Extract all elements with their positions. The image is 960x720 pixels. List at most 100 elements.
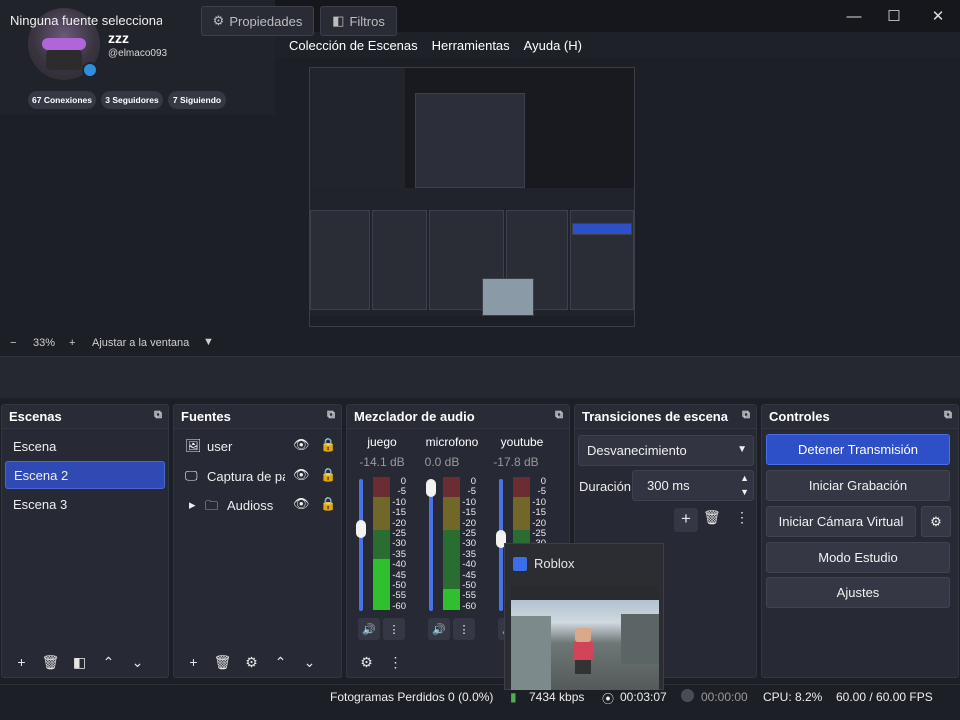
cpu-usage: CPU: 8.2%	[763, 690, 823, 704]
gear-icon[interactable]: ⚙	[237, 654, 266, 671]
chevron-down-icon[interactable]: ⌄	[123, 654, 152, 671]
sources-footer: + 🗑 ⚙ ⌃ ⌄	[174, 647, 341, 677]
preview-nested-preview	[415, 93, 525, 188]
virtual-camera-gear-icon[interactable]: ⚙	[921, 506, 951, 537]
controls-title: Controles	[769, 409, 830, 424]
preview-roblox-thumb	[482, 278, 534, 316]
volume-knob[interactable]	[356, 520, 366, 539]
stop-stream-button[interactable]: Detener Transmisión	[766, 434, 950, 465]
stepper-down-icon[interactable]: ▼	[740, 487, 749, 497]
source-label: Audioss	[227, 498, 274, 513]
filter-icon[interactable]: ◧	[65, 654, 94, 671]
zoom-fit-label: Ajustar a la ventana	[92, 337, 190, 349]
zoom-in-button[interactable]: +	[69, 337, 75, 349]
settings-button[interactable]: Ajustes	[766, 577, 950, 608]
start-recording-button[interactable]: Iniciar Grabación	[766, 470, 950, 501]
lock-icon[interactable]: 🔒	[320, 467, 336, 483]
chevron-up-icon[interactable]: ⌃	[266, 654, 295, 671]
roblox-title: Roblox	[534, 556, 575, 571]
volume-slider[interactable]	[429, 479, 433, 611]
mixer-title: Mezclador de audio	[354, 409, 475, 424]
menu-scene-collection[interactable]: Colección de Escenas	[289, 38, 418, 53]
channel-name: youtube	[500, 435, 544, 449]
eye-icon[interactable]: 👁	[293, 496, 310, 512]
chevron-down-icon[interactable]: ⌄	[295, 654, 324, 671]
menu-tools[interactable]: Herramientas	[432, 38, 510, 53]
recording-time: 00:00:00	[701, 690, 748, 704]
record-icon	[681, 689, 694, 702]
scene-item-selected[interactable]: Escena 2	[5, 461, 165, 489]
trash-icon[interactable]: 🗑	[208, 654, 237, 671]
volume-knob[interactable]	[426, 479, 436, 497]
undock-icon[interactable]: ⧉	[742, 409, 750, 422]
undock-icon[interactable]: ⧉	[327, 409, 335, 422]
source-item-group[interactable]: ▸ 🗀 Audioss 👁 🔒	[177, 492, 338, 520]
studio-mode-button[interactable]: Modo Estudio	[766, 542, 950, 573]
more-options-icon[interactable]: ⋮	[735, 509, 749, 526]
source-item-user[interactable]: 🖼 user 👁 🔒	[177, 433, 338, 461]
following-pill: 7 Siguiendo	[168, 91, 226, 109]
zoom-out-button[interactable]: −	[10, 337, 16, 349]
image-icon: 🖼	[185, 438, 202, 453]
start-virtual-camera-button[interactable]: Iniciar Cámara Virtual	[766, 506, 916, 537]
stream-preview[interactable]	[309, 67, 635, 327]
scene-item[interactable]: Escena 3	[5, 491, 165, 519]
add-transition-icon[interactable]: +	[674, 508, 698, 532]
source-item-capture[interactable]: 🖵 Captura de pantalla	[177, 463, 285, 491]
chevron-right-icon[interactable]: ▸	[189, 497, 196, 513]
close-button[interactable]: ✕	[916, 0, 960, 32]
volume-slider[interactable]	[359, 479, 363, 611]
chevron-up-icon[interactable]: ⌃	[94, 654, 123, 671]
preview-accent-button	[572, 223, 632, 235]
maximize-button[interactable]: ☐	[872, 0, 916, 32]
duration-input[interactable]: 300 ms ▲ ▼	[632, 470, 754, 501]
properties-button[interactable]: ⚙ Propiedades	[201, 6, 314, 36]
trash-icon[interactable]: 🗑	[703, 509, 721, 526]
profile-name: zzz	[108, 30, 129, 46]
preview-sources-thumb	[372, 210, 427, 310]
fps: 60.00 / 60.00 FPS	[836, 690, 933, 704]
properties-label: Propiedades	[229, 13, 303, 29]
no-source-label: Ninguna fuente seleccionada	[10, 13, 162, 28]
speaker-icon[interactable]: 🔊	[428, 618, 450, 640]
roblox-taskbar-preview[interactable]: Roblox	[504, 543, 664, 690]
undock-icon[interactable]: ⧉	[555, 409, 563, 422]
scenes-dock: Escenas ⧉ Escena Escena 2 Escena 3 + 🗑 ◧ …	[1, 404, 169, 678]
preview-scenes-thumb	[310, 210, 370, 310]
more-options-icon[interactable]: ⋮	[381, 654, 410, 671]
undock-icon[interactable]: ⧉	[154, 409, 162, 422]
scene-item[interactable]: Escena	[5, 433, 165, 461]
advanced-audio-gear-icon[interactable]: ⚙	[352, 654, 381, 671]
trash-icon[interactable]: 🗑	[36, 654, 65, 671]
stepper-up-icon[interactable]: ▲	[740, 473, 749, 483]
add-icon[interactable]: +	[179, 654, 208, 670]
speaker-icon[interactable]: 🔊	[358, 618, 380, 640]
source-label: user	[207, 439, 233, 454]
lock-icon[interactable]: 🔒	[320, 437, 336, 453]
status-bar: Fotogramas Perdidos 0 (0.0%) ▮ 7434 kbps…	[0, 684, 960, 720]
more-options-icon[interactable]: ⋮	[453, 618, 475, 640]
filters-button[interactable]: ◧ Filtros	[320, 6, 397, 36]
more-options-icon[interactable]: ⋮	[383, 618, 405, 640]
duration-label: Duración	[579, 479, 632, 494]
duration-value: 300 ms	[647, 478, 690, 493]
minimize-button[interactable]: —	[832, 0, 876, 32]
transition-select[interactable]: Desvanecimiento ▼	[578, 435, 754, 466]
eye-icon[interactable]: 👁	[293, 437, 310, 453]
network-icon: ▮	[510, 690, 517, 704]
folder-icon: 🗀	[205, 498, 219, 513]
sources-dock: Fuentes ⧉ 🖼 user 👁 🔒 🖵 Captura de pantall…	[173, 404, 342, 678]
add-icon[interactable]: +	[7, 654, 36, 670]
transition-value: Desvanecimiento	[587, 443, 687, 458]
zoom-bar: − 33% + Ajustar a la ventana ▼	[0, 334, 960, 354]
source-toolbar	[0, 356, 960, 398]
verified-badge-icon	[82, 62, 98, 78]
menu-help[interactable]: Ayuda (H)	[524, 38, 582, 53]
eye-icon[interactable]: 👁	[293, 467, 310, 483]
channel-db: -17.8 dB	[493, 455, 539, 469]
zoom-dropdown-icon[interactable]: ▼	[203, 336, 214, 348]
undock-icon[interactable]: ⧉	[944, 409, 952, 422]
connections-pill: 67 Conexiones	[28, 91, 96, 109]
lock-icon[interactable]: 🔒	[320, 496, 336, 512]
profile-handle: @elmaco093	[108, 48, 168, 59]
